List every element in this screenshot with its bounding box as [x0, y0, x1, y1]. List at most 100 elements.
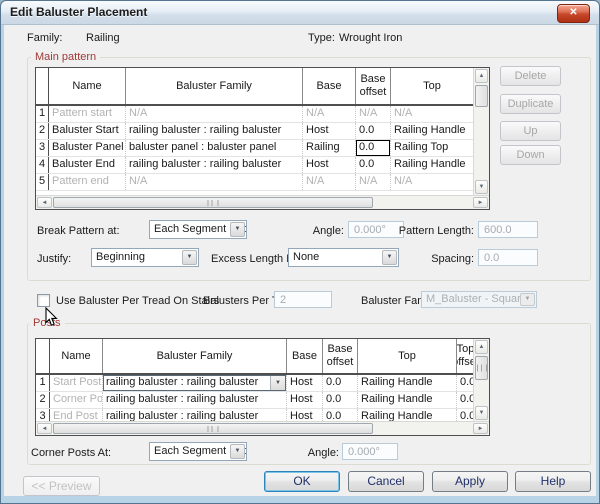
- column-header-baluster-family: Baluster Family: [126, 68, 303, 104]
- chevron-down-icon[interactable]: ▼: [270, 376, 285, 390]
- cell-base-offset[interactable]: 0.0: [356, 123, 391, 139]
- table-row[interactable]: 5 Pattern end N/A N/A N/A N/A: [36, 174, 489, 191]
- table-row[interactable]: 1 Pattern start N/A N/A N/A N/A: [36, 106, 489, 123]
- cell-base[interactable]: Host: [303, 157, 356, 173]
- scroll-left-icon[interactable]: ◄: [37, 197, 52, 208]
- chevron-down-icon[interactable]: ▼: [230, 444, 245, 459]
- row-number[interactable]: 3: [36, 140, 49, 156]
- cell-top-offset[interactable]: 0.0: [457, 392, 474, 408]
- cell-top[interactable]: N/A: [391, 106, 474, 122]
- column-header-base: Base: [303, 68, 356, 104]
- ok-button[interactable]: OK: [264, 471, 340, 492]
- row-number[interactable]: 1: [36, 106, 49, 122]
- scrollbar-thumb[interactable]: [475, 356, 488, 380]
- cell-name[interactable]: Start Post: [50, 375, 103, 391]
- cell-baluster-family[interactable]: baluster panel : baluster panel: [126, 140, 303, 156]
- cell-baluster-family[interactable]: railing baluster : railing baluster: [126, 157, 303, 173]
- row-number[interactable]: 1: [36, 375, 50, 391]
- chevron-down-icon[interactable]: ▼: [382, 250, 397, 265]
- cell-top[interactable]: Railing Handle: [391, 123, 474, 139]
- title-bar[interactable]: Edit Baluster Placement ✕: [1, 1, 599, 25]
- cell-baluster-family-combo[interactable]: railing baluster : railing baluster ▼: [103, 375, 287, 391]
- scrollbar-thumb[interactable]: [475, 85, 488, 107]
- cell-name[interactable]: Baluster Panel: [49, 140, 126, 156]
- use-baluster-per-tread-checkbox[interactable]: [37, 294, 50, 307]
- break-pattern-select[interactable]: Each Segment End ▼: [149, 220, 247, 239]
- cell-name[interactable]: Baluster Start: [49, 123, 126, 139]
- cell-baluster-family[interactable]: N/A: [126, 174, 303, 190]
- row-number[interactable]: 5: [36, 174, 49, 190]
- cell-base[interactable]: N/A: [303, 174, 356, 190]
- scrollbar-thumb[interactable]: [53, 197, 373, 208]
- column-header-name: Name: [49, 68, 126, 104]
- cell-base[interactable]: Host: [303, 123, 356, 139]
- table-row[interactable]: 3 Baluster Panel baluster panel : balust…: [36, 140, 489, 157]
- column-header-top: Top: [358, 339, 457, 373]
- row-number[interactable]: 2: [36, 123, 49, 139]
- cell-base[interactable]: Host: [287, 392, 323, 408]
- cell-top-offset[interactable]: 0.0: [457, 375, 474, 391]
- scroll-up-icon[interactable]: ▲: [475, 340, 488, 354]
- cell-top[interactable]: Railing Handle: [391, 157, 474, 173]
- chevron-down-icon[interactable]: ▼: [230, 222, 245, 237]
- cell-top[interactable]: Railing Handle: [358, 375, 457, 391]
- apply-button[interactable]: Apply: [432, 471, 508, 492]
- table-row[interactable]: 4 Baluster End railing baluster : railin…: [36, 157, 489, 174]
- vertical-scrollbar[interactable]: ▲ ▼: [473, 339, 489, 421]
- cell-name[interactable]: Baluster End: [49, 157, 126, 173]
- cell-base-offset[interactable]: N/A: [356, 106, 391, 122]
- justify-select[interactable]: Beginning ▼: [91, 248, 199, 267]
- cell-name[interactable]: Pattern start: [49, 106, 126, 122]
- angle-label: Angle:: [301, 225, 344, 237]
- pattern-length-field: 600.0: [478, 221, 538, 238]
- cell-base-offset[interactable]: 0.0: [356, 157, 391, 173]
- delete-button[interactable]: Delete: [500, 66, 561, 86]
- table-row[interactable]: 2 Corner Post railing baluster : railing…: [36, 392, 489, 409]
- scrollbar-thumb[interactable]: [53, 423, 373, 434]
- posts-angle-field: 0.000°: [342, 443, 398, 460]
- cell-top[interactable]: Railing Handle: [358, 392, 457, 408]
- horizontal-scrollbar[interactable]: ◄ ►: [36, 195, 489, 209]
- cell-base-offset-selected[interactable]: 0.0: [356, 140, 391, 156]
- cell-top[interactable]: Railing Top: [391, 140, 474, 156]
- close-button[interactable]: ✕: [557, 4, 590, 23]
- scroll-down-icon[interactable]: ▼: [475, 406, 488, 420]
- cancel-button[interactable]: Cancel: [348, 471, 424, 492]
- cell-top[interactable]: N/A: [391, 174, 474, 190]
- excess-length-fill-select[interactable]: None ▼: [288, 248, 399, 267]
- scroll-right-icon[interactable]: ►: [473, 423, 488, 434]
- cell-baluster-family[interactable]: railing baluster : railing baluster: [126, 123, 303, 139]
- chevron-down-icon[interactable]: ▼: [182, 250, 197, 265]
- cell-base-offset[interactable]: 0.0: [323, 392, 358, 408]
- posts-angle-label: Angle:: [297, 447, 339, 459]
- cell-name[interactable]: Corner Post: [50, 392, 103, 408]
- vertical-scrollbar[interactable]: ▲ ▼: [473, 68, 489, 195]
- cell-baluster-family[interactable]: N/A: [126, 106, 303, 122]
- scroll-left-icon[interactable]: ◄: [37, 423, 52, 434]
- up-button[interactable]: Up: [500, 121, 561, 141]
- cell-base[interactable]: N/A: [303, 106, 356, 122]
- chevron-down-icon: ▼: [520, 293, 535, 306]
- corner-posts-at-select[interactable]: Each Segment End ▼: [149, 442, 247, 461]
- main-pattern-group-label: Main pattern: [31, 51, 100, 63]
- scroll-up-icon[interactable]: ▲: [475, 69, 488, 83]
- row-number[interactable]: 4: [36, 157, 49, 173]
- cell-base[interactable]: Railing: [303, 140, 356, 156]
- table-row[interactable]: 2 Baluster Start railing baluster : rail…: [36, 123, 489, 140]
- family-label: Family:: [27, 32, 62, 44]
- cell-base-offset[interactable]: N/A: [356, 174, 391, 190]
- duplicate-button[interactable]: Duplicate: [500, 94, 561, 114]
- row-number[interactable]: 2: [36, 392, 50, 408]
- scroll-down-icon[interactable]: ▼: [475, 180, 488, 194]
- preview-button[interactable]: << Preview: [23, 476, 100, 496]
- scroll-right-icon[interactable]: ►: [473, 197, 488, 208]
- down-button[interactable]: Down: [500, 145, 561, 165]
- cell-base[interactable]: Host: [287, 375, 323, 391]
- main-pattern-table: Name Baluster Family Base Base offset To…: [35, 67, 490, 210]
- cell-name[interactable]: Pattern end: [49, 174, 126, 190]
- help-button[interactable]: Help: [515, 471, 591, 492]
- table-row[interactable]: 1 Start Post railing baluster : railing …: [36, 375, 489, 392]
- horizontal-scrollbar[interactable]: ◄ ►: [36, 421, 489, 435]
- cell-baluster-family[interactable]: railing baluster : railing baluster: [103, 392, 287, 408]
- cell-base-offset[interactable]: 0.0: [323, 375, 358, 391]
